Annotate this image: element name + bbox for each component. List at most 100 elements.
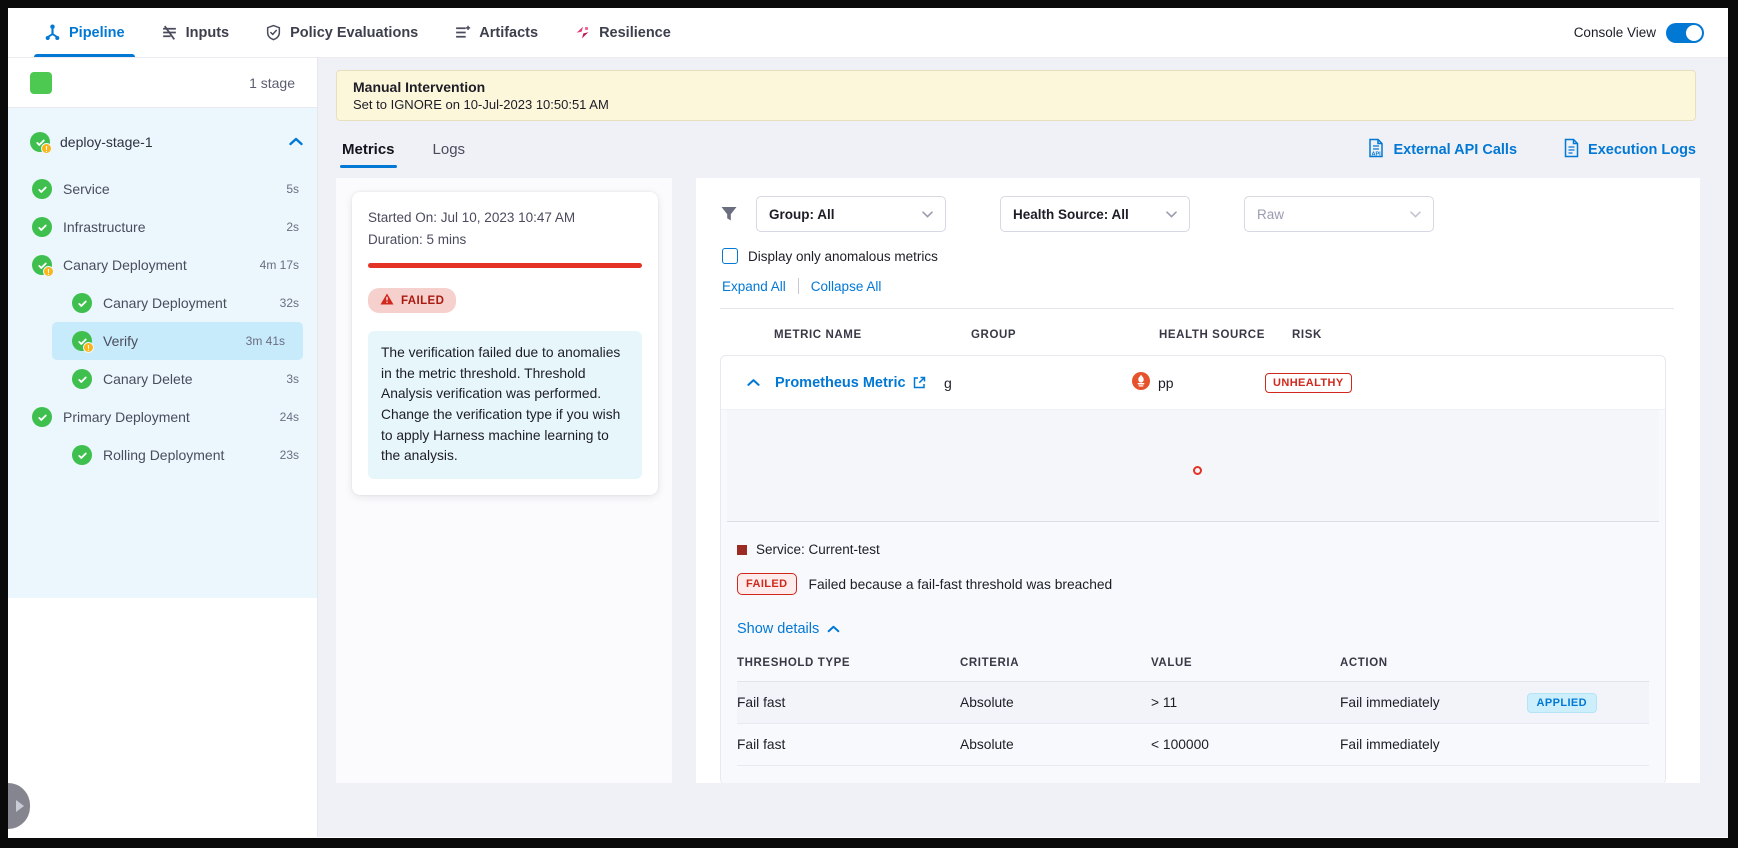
execution-nav-tabs: Pipeline Inputs Policy Evaluations Artif… — [30, 8, 685, 57]
sidebar-step-infrastructure[interactable]: Infrastructure 2s — [8, 208, 317, 246]
toggle-knob — [1686, 25, 1702, 41]
group-filter-dropdown[interactable]: Group: All — [756, 196, 946, 232]
sidebar-step-rolling-deployment[interactable]: Rolling Deployment23s — [8, 436, 317, 474]
anomalous-metrics-checkbox[interactable] — [722, 248, 738, 264]
sidebar-expand-handle[interactable] — [8, 783, 30, 829]
col-action: ACTION — [1340, 657, 1649, 669]
metric-detail-body: Service: Current-test FAILED Failed beca… — [721, 409, 1665, 783]
threshold-type-cell: Fail fast — [737, 695, 960, 710]
sidebar-step-canary-deployment[interactable]: Canary Deployment32s — [8, 284, 317, 322]
pipeline-icon — [44, 24, 61, 41]
analysis-failed-reason: Failed because a fail-fast threshold was… — [809, 577, 1113, 592]
threshold-table: THRESHOLD TYPE CRITERIA VALUE ACTION Fai… — [737, 657, 1649, 766]
verification-message: The verification failed due to anomalies… — [368, 331, 642, 479]
step-label: Canary Deployment — [103, 295, 269, 311]
metric-card: Prometheus Metric g pp UNHEALTHY — [720, 355, 1666, 783]
stage-deploy-stage-1[interactable]: ! deploy-stage-1 — [8, 120, 317, 164]
tab-pipeline[interactable]: Pipeline — [30, 8, 139, 57]
metric-chart[interactable] — [727, 410, 1659, 522]
threshold-rows: Fail fastAbsolute> 11Fail immediatelyAPP… — [737, 682, 1649, 766]
check-success-icon — [32, 179, 52, 199]
console-view-label: Console View — [1574, 25, 1656, 40]
check-success-icon — [72, 369, 92, 389]
col-group: GROUP — [971, 329, 1159, 341]
duration-label: Duration: 5 mins — [368, 232, 642, 247]
top-navigation-bar: Pipeline Inputs Policy Evaluations Artif… — [8, 8, 1728, 58]
console-view-toggle[interactable] — [1666, 23, 1704, 43]
collapse-all-link[interactable]: Collapse All — [811, 279, 882, 294]
col-criteria: CRITERIA — [960, 657, 1151, 669]
health-source-filter-value: Health Source: All — [1013, 207, 1129, 222]
sidebar-step-primary-deployment[interactable]: Primary Deployment24s — [8, 398, 317, 436]
criteria-cell: Absolute — [960, 737, 1151, 752]
stage-status-square-icon — [30, 72, 52, 94]
threshold-type-cell: Fail fast — [737, 737, 960, 752]
shield-check-icon — [265, 24, 282, 41]
chevron-up-icon — [827, 625, 840, 633]
sidebar-step-verify[interactable]: !Verify3m 41s — [52, 322, 303, 360]
tab-logs[interactable]: Logs — [431, 137, 468, 168]
tab-metrics[interactable]: Metrics — [340, 137, 397, 168]
pipeline-sidebar: 1 stage ! deploy-stage-1 Service5sInfras… — [8, 58, 318, 837]
external-link-icon — [913, 376, 926, 389]
applied-badge: APPLIED — [1527, 693, 1597, 713]
chevron-down-icon — [1166, 211, 1177, 218]
verification-summary-card: Started On: Jul 10, 2023 10:47 AM Durati… — [352, 192, 658, 495]
expand-all-link[interactable]: Expand All — [722, 279, 786, 294]
tab-artifacts[interactable]: Artifacts — [440, 8, 552, 57]
analysis-failed-badge: FAILED — [737, 573, 797, 595]
started-on-label: Started On: Jul 10, 2023 10:47 AM — [368, 210, 642, 225]
col-health-source: HEALTH SOURCE — [1159, 329, 1292, 341]
stage-tree: ! deploy-stage-1 Service5sInfrastructure… — [8, 108, 317, 598]
metric-row-prometheus[interactable]: Prometheus Metric g pp UNHEALTHY — [721, 356, 1665, 409]
tab-inputs[interactable]: Inputs — [147, 8, 244, 57]
external-api-calls-label: External API Calls — [1393, 142, 1517, 158]
show-details-toggle[interactable]: Show details — [721, 595, 1665, 637]
col-risk: RISK — [1292, 329, 1322, 341]
check-warning-icon: ! — [30, 132, 50, 152]
prometheus-icon — [1132, 372, 1150, 393]
list-plus-icon — [454, 24, 471, 41]
tab-resilience[interactable]: Resilience — [560, 8, 685, 57]
expand-triangle-icon — [16, 800, 24, 812]
metrics-filter-row: Group: All Health Source: All Raw — [720, 196, 1674, 232]
metric-name-link[interactable]: Prometheus Metric — [775, 375, 944, 391]
raw-filter-value: Raw — [1257, 207, 1284, 222]
tab-pipeline-label: Pipeline — [69, 25, 125, 41]
step-label: Service — [63, 181, 275, 197]
metrics-table-header: METRIC NAME GROUP HEALTH SOURCE RISK — [720, 309, 1674, 355]
external-api-calls-link[interactable]: API External API Calls — [1367, 138, 1517, 162]
execution-logs-link[interactable]: Execution Logs — [1563, 138, 1696, 162]
app-window: Pipeline Inputs Policy Evaluations Artif… — [8, 8, 1728, 838]
stage-name-label: deploy-stage-1 — [60, 134, 279, 150]
step-duration: 4m 17s — [260, 258, 299, 272]
chevron-down-icon — [922, 211, 933, 218]
raw-filter-dropdown[interactable]: Raw — [1244, 196, 1434, 232]
metrics-panel: Group: All Health Source: All Raw — [696, 178, 1700, 783]
step-duration: 2s — [286, 220, 299, 234]
sidebar-step-service[interactable]: Service5s — [8, 170, 317, 208]
group-filter-value: Group: All — [769, 207, 835, 222]
action-cell: Fail immediately — [1340, 737, 1649, 752]
health-source-value: pp — [1158, 375, 1174, 391]
health-source-filter-dropdown[interactable]: Health Source: All — [1000, 196, 1190, 232]
verification-progress-bar — [368, 263, 642, 268]
tab-policy-evaluations[interactable]: Policy Evaluations — [251, 8, 432, 57]
step-label: Rolling Deployment — [103, 447, 269, 463]
risk-badge: UNHEALTHY — [1265, 373, 1352, 393]
metric-group-value: g — [944, 375, 1132, 391]
step-label: Primary Deployment — [63, 409, 269, 425]
chevron-up-icon[interactable] — [289, 133, 303, 151]
step-label: Infrastructure — [63, 219, 275, 235]
sidebar-step-canary-delete[interactable]: Canary Delete3s — [8, 360, 317, 398]
svg-text:API: API — [1372, 151, 1382, 157]
metrics-logs-tabs-row: Metrics Logs API External API Calls Exec… — [336, 137, 1700, 168]
chart-data-point[interactable] — [1193, 466, 1202, 475]
sidebar-step-canary-deployment[interactable]: !Canary Deployment4m 17s — [8, 246, 317, 284]
value-cell: < 100000 — [1151, 737, 1340, 752]
sidebar-steps: Service5s Infrastructure 2s !Canary Deploym… — [8, 164, 317, 474]
chevron-up-icon[interactable] — [747, 378, 775, 387]
action-cell: Fail immediatelyAPPLIED — [1340, 693, 1649, 713]
step-duration: 3s — [286, 372, 299, 386]
banner-subtitle: Set to IGNORE on 10-Jul-2023 10:50:51 AM — [353, 97, 1679, 112]
